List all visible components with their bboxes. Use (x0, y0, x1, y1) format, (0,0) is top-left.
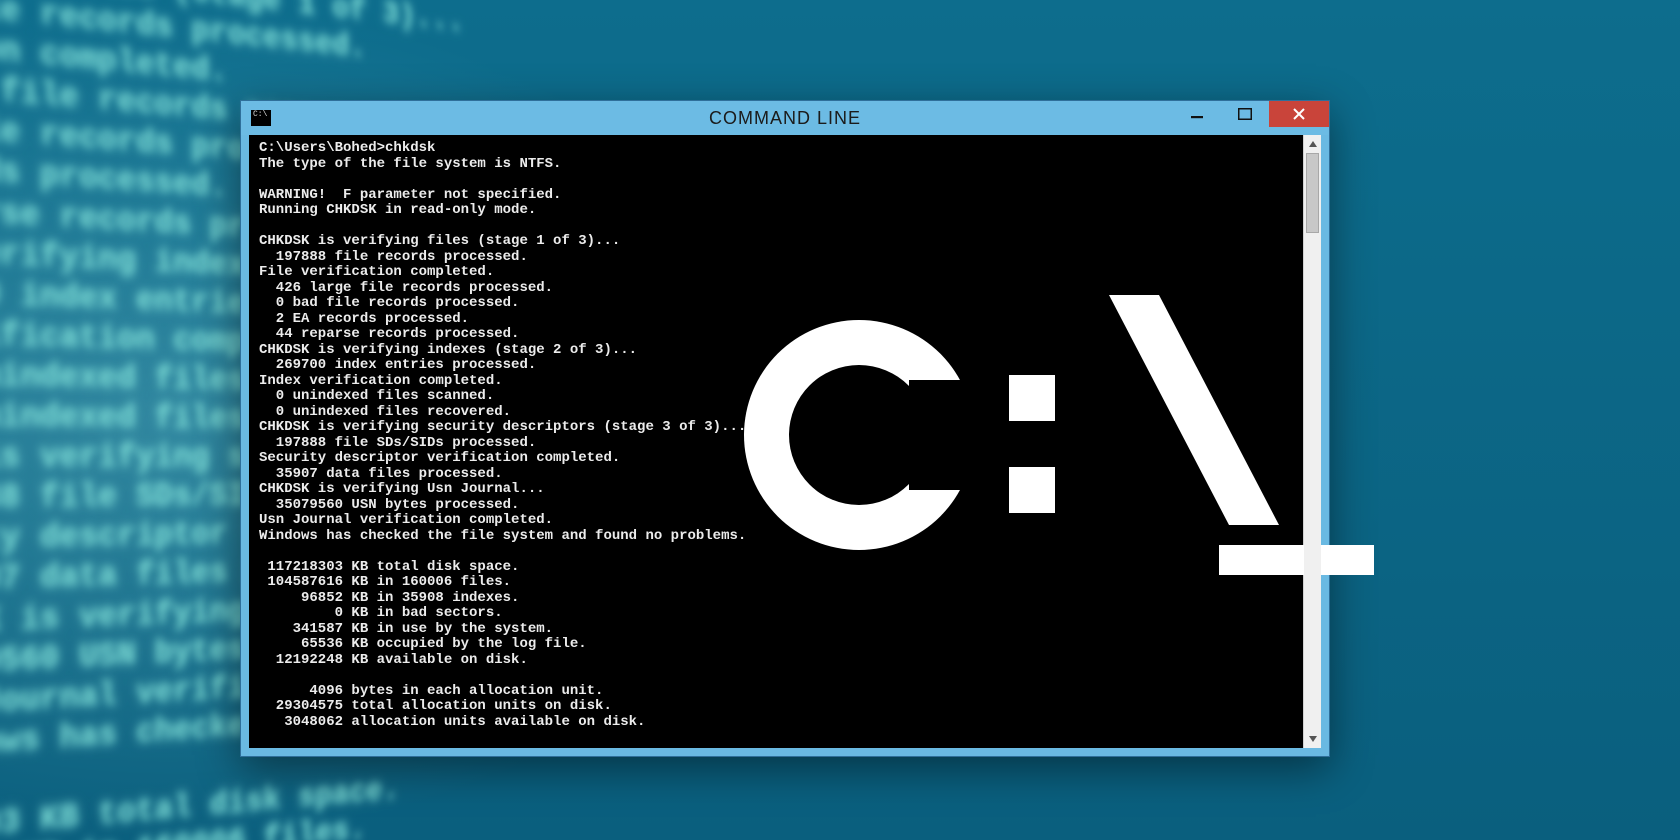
cmd-icon (251, 110, 271, 126)
window-title: COMMAND LINE (241, 108, 1329, 129)
maximize-button[interactable] (1221, 101, 1269, 127)
terminal-output[interactable]: C:\Users\Bohed>chkdsk The type of the fi… (249, 135, 1303, 748)
command-line-window: COMMAND LINE C:\Users\Bohed>chkdsk The t… (240, 100, 1330, 757)
window-titlebar[interactable]: COMMAND LINE (241, 101, 1329, 135)
scrollbar-thumb[interactable] (1306, 153, 1319, 233)
scrollbar-track[interactable] (1304, 153, 1321, 730)
scroll-up-arrow-icon[interactable] (1304, 135, 1321, 153)
vertical-scrollbar[interactable] (1303, 135, 1321, 748)
minimize-button[interactable] (1173, 101, 1221, 127)
window-client-area: C:\Users\Bohed>chkdsk The type of the fi… (249, 135, 1321, 748)
scroll-down-arrow-icon[interactable] (1304, 730, 1321, 748)
close-button[interactable] (1269, 101, 1329, 127)
